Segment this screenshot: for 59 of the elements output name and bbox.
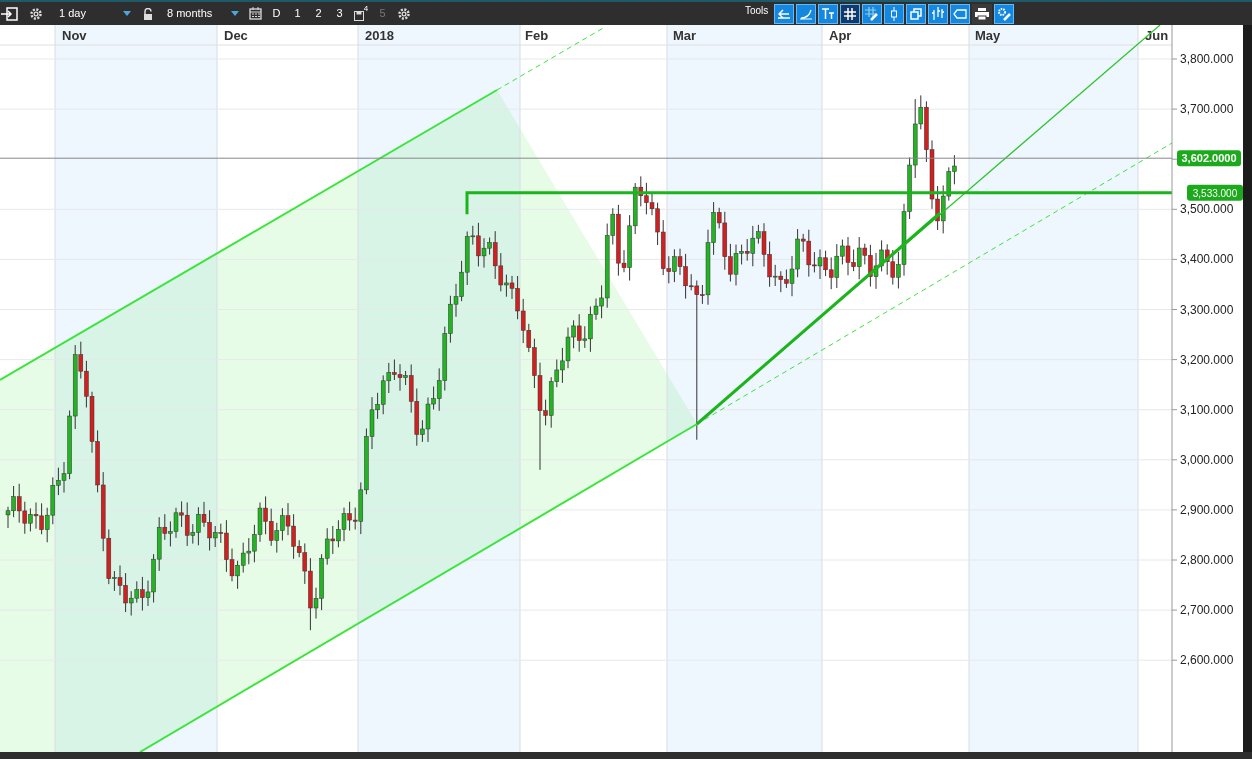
label-tool-button[interactable] [950, 3, 971, 24]
lock-icon[interactable] [143, 7, 153, 20]
settings-icon[interactable] [397, 6, 411, 21]
month-label: Nov [62, 28, 87, 43]
save-slot-button[interactable]: 4 [350, 3, 372, 24]
interval-dropdown[interactable]: 1 day [55, 3, 135, 24]
month-label: 2018 [365, 28, 394, 43]
windows-icon [909, 7, 923, 20]
price-axis-label: 2,900.000 [1180, 502, 1234, 517]
settings-edit-button[interactable] [994, 3, 1015, 24]
range-dropdown[interactable]: 8 months [163, 3, 243, 24]
settings-icon[interactable] [29, 6, 43, 21]
grid-pencil-icon [865, 6, 880, 21]
print-icon [975, 7, 990, 20]
quick-range-button[interactable]: D [266, 3, 287, 24]
price-axis-label: 3,500.000 [1180, 202, 1234, 217]
tools-label: Tools [745, 4, 769, 18]
curve-tool-button[interactable] [796, 3, 817, 24]
price-axis-label: 3,100.000 [1180, 402, 1234, 417]
save-icon [353, 10, 364, 21]
price-axis-label: 2,600.000 [1180, 653, 1234, 668]
month-label: May [975, 28, 1001, 43]
month-label: Mar [673, 28, 697, 43]
caret-icon [231, 11, 239, 16]
back-arrow-icon [778, 8, 791, 19]
grid-icon [844, 7, 857, 20]
quick-range-button[interactable]: 3 [329, 3, 350, 24]
text-size-icon [821, 7, 836, 20]
price-axis-label: 3,700.000 [1180, 102, 1234, 117]
grid-tool-button[interactable] [840, 3, 861, 24]
price-axis-label: 3,300.000 [1180, 302, 1234, 317]
bars-icon [931, 7, 946, 20]
tag-icon [953, 8, 968, 19]
price-axis-label: 3,000.000 [1180, 452, 1234, 467]
bars-tool-button[interactable] [928, 3, 949, 24]
windows-tool-button[interactable] [906, 3, 927, 24]
price-axis-label: 3,200.000 [1180, 352, 1234, 367]
month-label: Feb [525, 28, 549, 43]
back-arrow-button[interactable] [774, 3, 795, 24]
price-axis-label: 3,800.000 [1180, 52, 1234, 66]
print-button[interactable] [972, 3, 993, 24]
month-label: Dec [224, 28, 248, 43]
quick-range-button[interactable]: 1 [287, 3, 308, 24]
quick-range-button[interactable]: 2 [308, 3, 329, 24]
caret-icon [123, 11, 131, 16]
month-label: Jun [1145, 28, 1169, 43]
candle-tool-button[interactable] [884, 3, 905, 24]
exit-icon[interactable] [1, 6, 19, 21]
grid-edit-button[interactable] [862, 3, 883, 24]
price-axis-label: 3,400.000 [1180, 252, 1234, 267]
price-tag: 3,602.0000 [1177, 150, 1241, 167]
text-tool-button[interactable] [818, 3, 839, 24]
calendar-icon[interactable] [249, 7, 262, 20]
price-axis-label: 2,700.000 [1180, 603, 1234, 618]
month-label: Apr [829, 28, 852, 43]
curve-icon [800, 7, 813, 20]
price-axis-label: 2,800.000 [1180, 553, 1234, 567]
candle-icon [890, 6, 899, 21]
gear-pencil-icon [997, 6, 1012, 21]
